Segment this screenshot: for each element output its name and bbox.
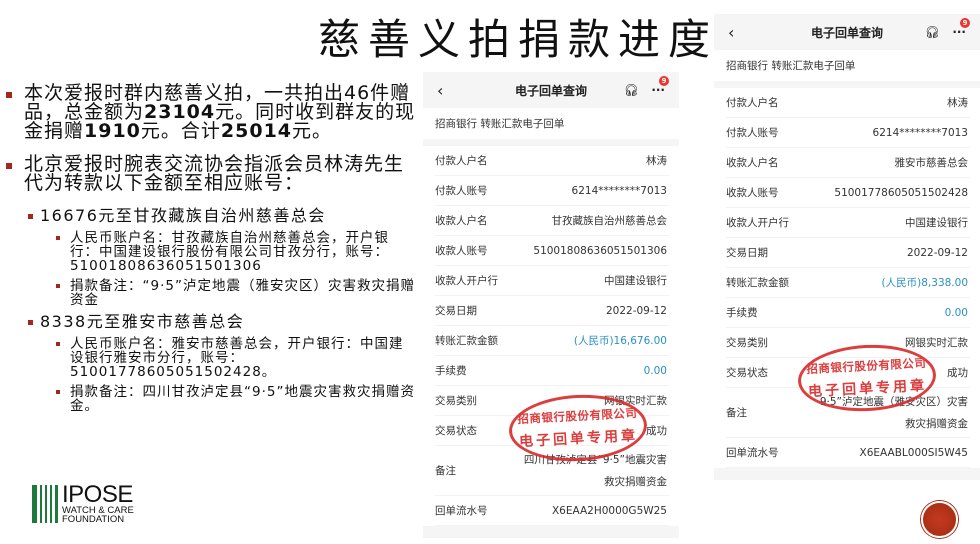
row-value: 6214********7013	[571, 184, 667, 197]
receipt-subtitle: 招商银行 转账汇款电子回单	[714, 50, 980, 88]
row-value: 中国建设银行	[905, 217, 968, 229]
donation-summary: 本次爱报时群内慈善义拍，一共拍出46件赠品，总金额为23104元。同时收到群友的…	[6, 84, 416, 419]
row-value: 6214********7013	[872, 126, 968, 139]
receipt-row: 收款人账号 51001778605051502428	[726, 178, 970, 208]
receipt-row: 付款人账号 6214********7013	[435, 176, 669, 206]
notification-badge: 9	[960, 18, 970, 28]
transfer-item: 8338元至雅安市慈善总会	[6, 313, 416, 331]
summary-bullet: 本次爱报时群内慈善义拍，一共拍出46件赠品，总金额为23104元。同时收到群友的…	[6, 84, 416, 141]
row-value: 中国建设银行	[604, 275, 667, 287]
row-value: 雅安市慈善总会	[894, 157, 969, 169]
receipt-row: 付款人户名 林涛	[726, 88, 970, 118]
receipt-row: 回单流水号 X6EAA2H0000G5W25	[435, 496, 669, 526]
row-label: 手续费	[435, 365, 467, 377]
donation-remark: 捐款备注：四川甘孜泸定县“9·5”地震灾害救灾捐赠资金。	[6, 385, 416, 413]
receipt-row: 手续费 0.00	[726, 298, 970, 328]
back-icon[interactable]: ‹	[728, 23, 734, 42]
receipt-screenshot-1: ‹ 电子回单查询 🎧︎ ··· 9 招商银行 转账汇款电子回单 付款人户名 林涛 付款人账号 6…	[423, 72, 679, 538]
notification-badge: 9	[659, 76, 669, 86]
receipt-row: 回单流水号 X6EAABL000SI5W45	[726, 438, 970, 468]
row-label: 转账汇款金额	[726, 277, 789, 289]
row-label: 交易类别	[726, 337, 768, 349]
page-title: 慈善义拍捐款进度	[318, 15, 719, 64]
account-info: 人民币账户名：甘孜藏族自治州慈善总会，开户银行：中国建设银行股份有限公司甘孜分行…	[6, 231, 416, 273]
receipt-row: 收款人户名 雅安市慈善总会	[726, 148, 970, 178]
account-info: 人民币账户名：雅安市慈善总会，开户银行：中国建设银行雅安市分行，账号：51001…	[6, 337, 416, 379]
headset-icon[interactable]: 🎧︎	[624, 83, 639, 97]
row-value: 成功	[947, 367, 968, 379]
row-label: 付款人账号	[435, 185, 488, 197]
row-value: X6EAABL000SI5W45	[859, 446, 968, 459]
receipt-row: 交易日期 2022-09-12	[726, 238, 970, 268]
transfer-item: 16676元至甘孜藏族自治州慈善总会	[6, 207, 416, 225]
row-label: 收款人账号	[435, 245, 488, 257]
row-label: 交易类别	[435, 395, 477, 407]
receipt-screenshot-2: ‹ 电子回单查询 🎧︎ ··· 9 招商银行 转账汇款电子回单 付款人户名 林涛 付款人账号 6…	[714, 14, 980, 480]
receipt-row: 转账汇款金额 (人民币)8,338.00	[726, 268, 970, 298]
row-value: 林涛	[947, 97, 968, 109]
row-value: 0.00	[944, 306, 968, 319]
receipt-row: 收款人开户行 中国建设银行	[435, 266, 669, 296]
logo-name: IPOSE	[62, 481, 133, 508]
row-label: 付款人账号	[726, 127, 779, 139]
footer-bar	[423, 526, 679, 538]
donation-remark: 捐款备注：“9·5”泸定地震（雅安灾区）灾害救灾捐赠资金	[6, 279, 416, 307]
row-value: (人民币)16,676.00	[573, 335, 667, 347]
receipt-row: 转账汇款金额 (人民币)16,676.00	[435, 326, 669, 356]
row-label: 付款人户名	[726, 97, 779, 109]
row-label: 备注	[435, 465, 456, 477]
app-header: ‹ 电子回单查询 🎧︎ ··· 9	[423, 72, 679, 108]
receipt-row: 付款人账号 6214********7013	[726, 118, 970, 148]
row-value: 甘孜藏族自治州慈善总会	[551, 215, 668, 227]
row-label: 收款人户名	[435, 215, 488, 227]
row-value: 成功	[646, 425, 667, 437]
receipt-subtitle: 招商银行 转账汇款电子回单	[423, 108, 679, 146]
back-icon[interactable]: ‹	[437, 81, 443, 100]
row-label: 回单流水号	[726, 447, 779, 459]
receipt-row: 收款人账号 51001808636051501306	[435, 236, 669, 266]
row-value: 林涛	[646, 155, 667, 167]
row-value: 网银实时汇款	[905, 337, 968, 349]
ipose-logo: IPOSE WATCH & CARE FOUNDATION	[32, 481, 134, 525]
logo-line2: FOUNDATION	[62, 514, 125, 525]
row-label: 交易日期	[435, 305, 477, 317]
receipt-row: 收款人开户行 中国建设银行	[726, 208, 970, 238]
row-value: 2022-09-12	[906, 246, 968, 259]
row-label: 回单流水号	[435, 505, 488, 517]
row-label: 付款人户名	[435, 155, 488, 167]
footer-bar	[714, 468, 980, 480]
row-label: 交易日期	[726, 247, 768, 259]
app-header: ‹ 电子回单查询 🎧︎ ··· 9	[714, 14, 980, 50]
row-label: 收款人户名	[726, 157, 779, 169]
header-title: 电子回单查询	[810, 25, 883, 40]
transfer-bullet: 北京爱报时腕表交流协会指派会员林涛先生代为转款以下金额至相应账号：	[6, 155, 416, 193]
row-label: 收款人开户行	[435, 275, 498, 287]
row-label: 收款人开户行	[726, 217, 789, 229]
row-label: 转账汇款金额	[435, 335, 498, 347]
row-value: 2022-09-12	[605, 304, 667, 317]
headset-icon[interactable]: 🎧︎	[925, 25, 940, 39]
seal-icon	[921, 501, 958, 538]
row-value: X6EAA2H0000G5W25	[551, 504, 667, 517]
row-value: 51001778605051502428	[834, 186, 968, 199]
logo-mark-icon	[32, 485, 58, 523]
row-value: 51001808636051501306	[533, 244, 667, 257]
row-label: 手续费	[726, 307, 758, 319]
header-title: 电子回单查询	[514, 83, 587, 98]
row-value: (人民币)8,338.00	[881, 277, 968, 289]
row-value: 0.00	[643, 364, 667, 377]
receipt-row: 付款人户名 林涛	[435, 146, 669, 176]
row-label: 交易状态	[435, 425, 477, 437]
receipt-row: 交易日期 2022-09-12	[435, 296, 669, 326]
receipt-row: 手续费 0.00	[435, 356, 669, 386]
row-label: 收款人账号	[726, 187, 779, 199]
row-label: 交易状态	[726, 367, 768, 379]
row-label: 备注	[726, 407, 747, 419]
receipt-row: 收款人户名 甘孜藏族自治州慈善总会	[435, 206, 669, 236]
